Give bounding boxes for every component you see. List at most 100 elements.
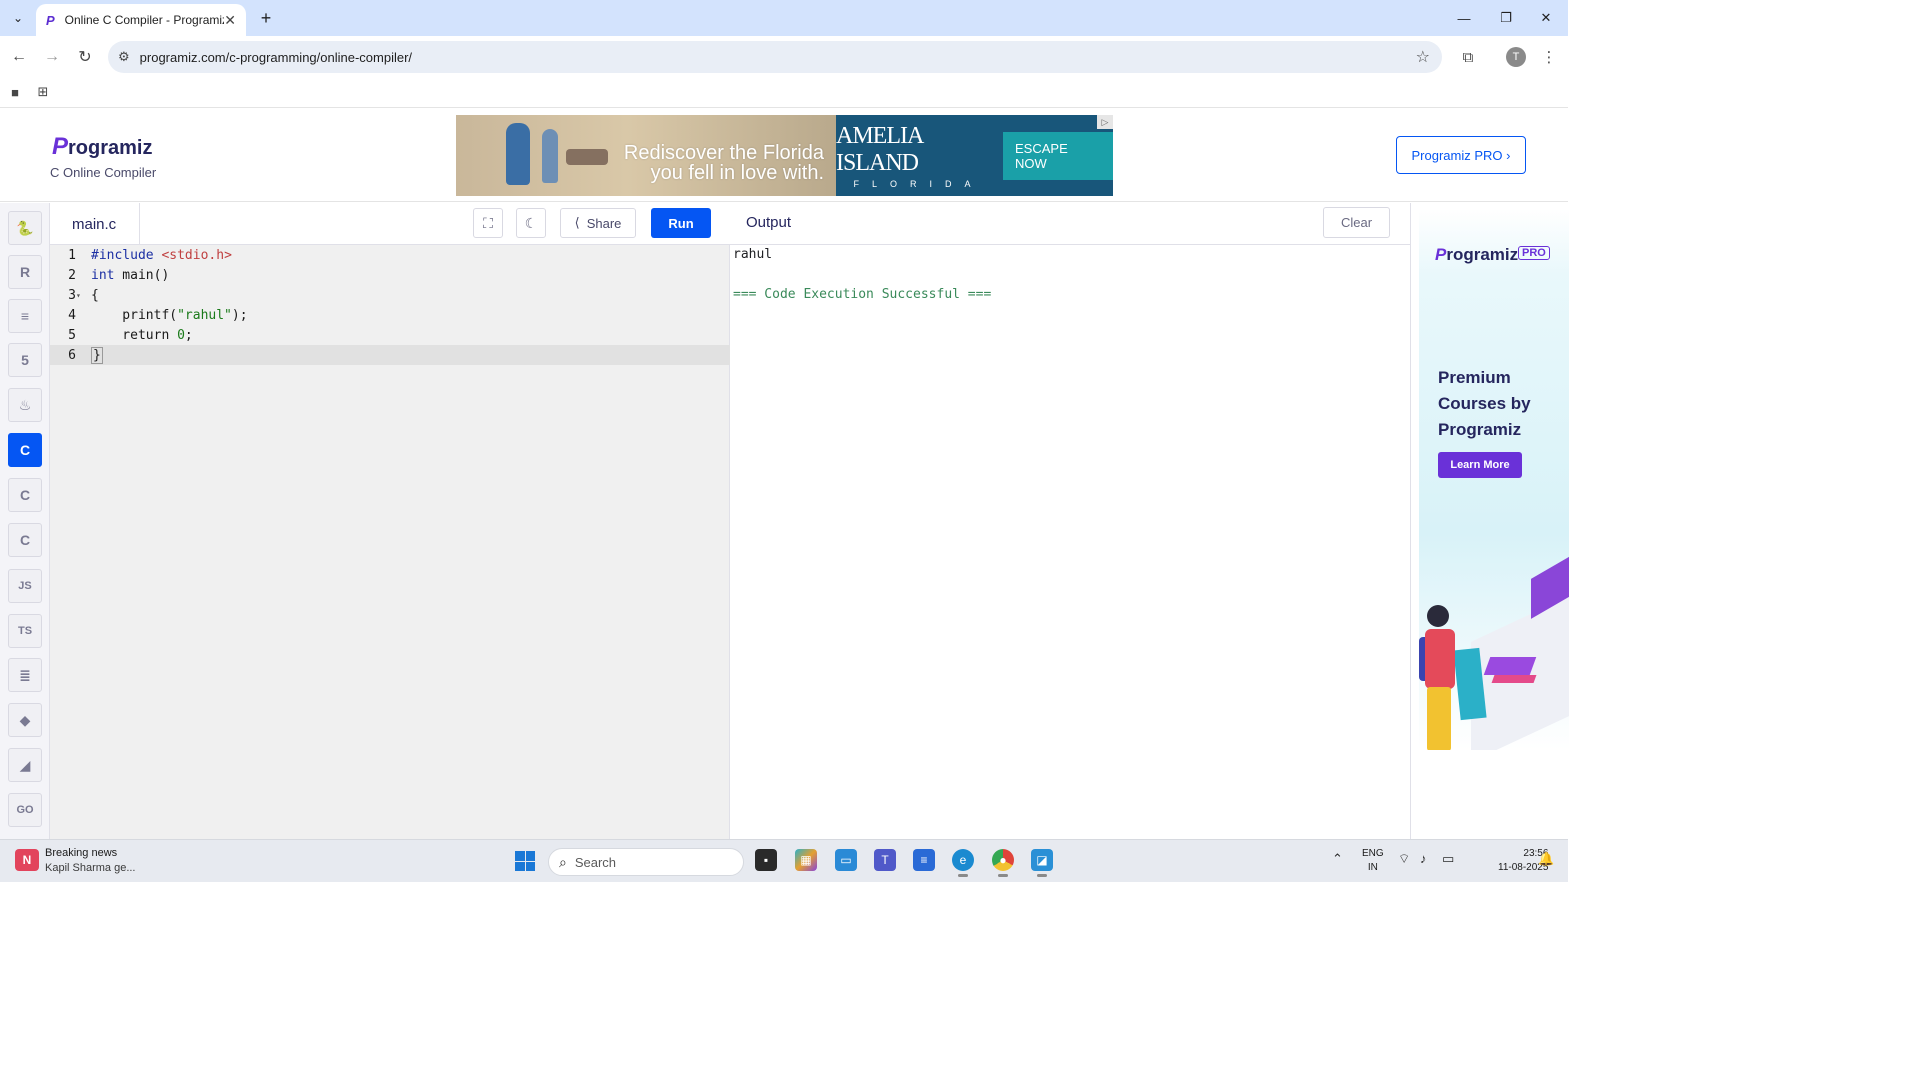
- reload-icon[interactable]: ↻: [72, 44, 98, 70]
- teams-icon[interactable]: T: [874, 849, 896, 871]
- programiz-logo[interactable]: Programiz: [52, 133, 152, 161]
- tab-search-chevron-icon[interactable]: ⌄: [6, 6, 30, 30]
- sql-database-icon[interactable]: ≡: [8, 299, 42, 333]
- code-token: "rahul": [177, 307, 232, 323]
- code-text: #include <stdio.h>: [82, 248, 232, 263]
- swift-stack-icon[interactable]: ≣: [8, 658, 42, 692]
- file-tab-main-c[interactable]: main.c: [50, 203, 140, 245]
- battery-icon[interactable]: ▭: [1442, 851, 1454, 867]
- bookmarks-bar: ■ ⊞: [0, 78, 1568, 108]
- fullscreen-icon[interactable]: ⛶: [473, 208, 503, 238]
- clear-button[interactable]: Clear: [1323, 207, 1390, 238]
- learn-more-button[interactable]: Learn More: [1438, 452, 1522, 478]
- ad-tagline-line1: Rediscover the Florida: [623, 142, 824, 164]
- c-language-icon[interactable]: C: [8, 433, 42, 467]
- bookmark-star-icon[interactable]: ☆: [1416, 47, 1430, 67]
- store-app-icon[interactable]: ▦: [795, 849, 817, 871]
- volume-icon[interactable]: ♪: [1420, 851, 1427, 866]
- url-text: programiz.com/c-programming/online-compi…: [139, 49, 413, 65]
- browser-tab-active[interactable]: P Online C Compiler - Programiz ✕: [36, 4, 246, 36]
- ad-brand-block: AMELIA ISLAND FLORIDA: [836, 115, 1001, 196]
- windows-start-icon[interactable]: [515, 851, 535, 871]
- ad-tagline-line2: you fell in love with.: [650, 162, 824, 184]
- code-text: }: [82, 346, 103, 364]
- code-text: printf("rahul");: [82, 307, 247, 323]
- task-view-icon[interactable]: ▪: [755, 849, 777, 871]
- windows-taskbar: N Breaking news Kapil Sharma ge... ⌕ Sea…: [0, 839, 1568, 882]
- go-icon[interactable]: GO: [8, 793, 42, 827]
- dark-mode-moon-icon[interactable]: ☾: [516, 208, 546, 238]
- address-bar[interactable]: ⚙ programiz.com/c-programming/online-com…: [108, 41, 1442, 73]
- site-info-icon[interactable]: ⚙: [118, 49, 130, 65]
- code-token: int: [91, 267, 115, 283]
- photos-app-icon[interactable]: ◪: [1031, 849, 1053, 877]
- tray-chevron-up-icon[interactable]: ⌃: [1332, 851, 1343, 867]
- code-token: main(): [114, 267, 170, 283]
- banner-ad[interactable]: Rediscover the Florida you fell in love w…: [456, 115, 1113, 196]
- wifi-icon[interactable]: ⌔: [1398, 851, 1410, 867]
- monitor-app-icon[interactable]: ▭: [835, 849, 857, 871]
- code-line[interactable]: 3 ▾{: [50, 285, 730, 305]
- profile-avatar[interactable]: T: [1506, 47, 1526, 67]
- ruby-icon[interactable]: ◆: [8, 703, 42, 737]
- back-arrow-icon[interactable]: ←: [6, 44, 32, 70]
- chrome-browser-icon[interactable]: ●: [992, 849, 1014, 877]
- code-text: {: [82, 288, 99, 303]
- tab-group-icon[interactable]: ■: [7, 84, 23, 100]
- tab-close-icon[interactable]: ✕: [224, 12, 236, 29]
- notepad-icon[interactable]: ≡: [913, 849, 935, 871]
- search-icon: ⌕: [559, 853, 567, 870]
- run-button[interactable]: Run: [651, 208, 711, 238]
- javascript-icon[interactable]: JS: [8, 569, 42, 603]
- line-number: 2: [68, 267, 76, 283]
- language-indicator[interactable]: ENG IN: [1362, 847, 1384, 875]
- code-token: ;: [184, 327, 193, 343]
- news-title[interactable]: Breaking news: [45, 847, 117, 859]
- news-widget-icon[interactable]: N: [15, 849, 39, 871]
- apps-grid-icon[interactable]: ⊞: [35, 84, 51, 100]
- code-token: }: [91, 346, 103, 364]
- programiz-pro-button[interactable]: Programiz PRO ›: [1396, 136, 1526, 174]
- ad-pro-badge: PRO: [1518, 246, 1550, 260]
- line-number: 1: [68, 247, 76, 263]
- share-icon: ⟨: [574, 215, 580, 230]
- ad-cta-button[interactable]: ESCAPE NOW: [1003, 131, 1113, 180]
- cpp-icon[interactable]: C: [8, 478, 42, 512]
- code-editor[interactable]: 1 #include <stdio.h> 2 int main() 3 ▾{4 print…: [50, 245, 730, 839]
- browser-toolbar: ← → ↻ ⚙ programiz.com/c-programming/onli…: [0, 36, 1568, 78]
- python-icon[interactable]: 🐍: [8, 211, 42, 245]
- chrome-menu-icon[interactable]: ⋮: [1536, 44, 1562, 70]
- code-line[interactable]: 5 return 0;: [50, 325, 730, 345]
- code-line[interactable]: 4 printf("rahul");: [50, 305, 730, 325]
- forward-arrow-icon[interactable]: →: [39, 44, 65, 70]
- notifications-icon[interactable]: 🔔: [1538, 851, 1554, 867]
- programiz-pro-ad[interactable]: Programiz PRO Premium Courses by Program…: [1419, 209, 1569, 750]
- output-panel[interactable]: rahul === Code Execution Successful ===: [730, 245, 1410, 839]
- php-icon[interactable]: ◢: [8, 748, 42, 782]
- code-token: 0: [177, 327, 185, 343]
- java-icon[interactable]: ♨: [8, 388, 42, 422]
- code-line[interactable]: 1 #include <stdio.h>: [50, 245, 730, 265]
- code-line[interactable]: 2 int main(): [50, 265, 730, 285]
- site-header: Programiz C Online Compiler Rediscover t…: [0, 109, 1568, 202]
- code-token: printf(: [91, 307, 178, 323]
- page-subtitle: C Online Compiler: [50, 165, 157, 180]
- new-tab-button[interactable]: +: [254, 6, 278, 30]
- share-button[interactable]: ⟨ Share: [560, 208, 636, 238]
- code-token: return: [91, 327, 178, 343]
- minimize-window-icon[interactable]: —: [1444, 6, 1484, 30]
- line-number: 5: [68, 327, 76, 343]
- csharp-icon[interactable]: C: [8, 523, 42, 557]
- news-subtitle[interactable]: Kapil Sharma ge...: [45, 862, 136, 874]
- taskbar-search-box[interactable]: ⌕ Search: [548, 848, 744, 876]
- code-text: return 0;: [82, 327, 193, 343]
- html5-icon[interactable]: 5: [8, 343, 42, 377]
- edge-browser-icon[interactable]: e: [952, 849, 974, 877]
- code-line[interactable]: 6}: [50, 345, 730, 365]
- typescript-icon[interactable]: TS: [8, 614, 42, 648]
- close-window-icon[interactable]: ✕: [1526, 6, 1566, 30]
- adchoices-icon[interactable]: ▷: [1097, 115, 1113, 129]
- restore-window-icon[interactable]: ❐: [1486, 6, 1526, 30]
- extensions-puzzle-icon[interactable]: ⧉: [1455, 44, 1481, 70]
- r-language-icon[interactable]: R: [8, 255, 42, 289]
